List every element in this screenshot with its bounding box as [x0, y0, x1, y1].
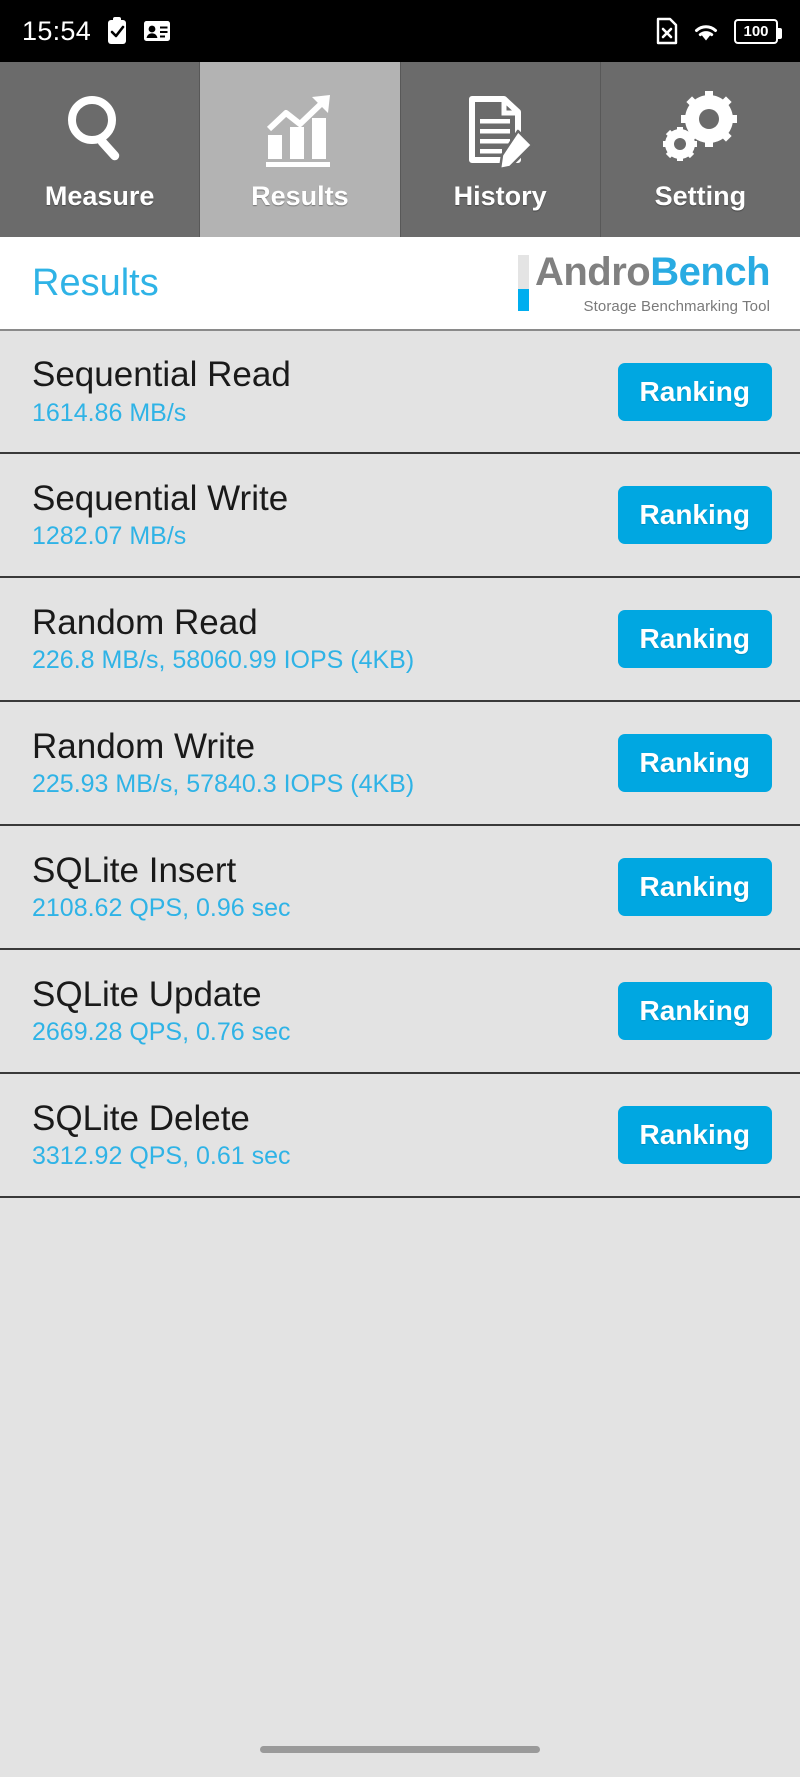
- ranking-button[interactable]: Ranking: [617, 486, 772, 544]
- result-row-texts: Sequential Write 1282.07 MB/s: [32, 478, 289, 551]
- status-bar: 15:54 100: [0, 0, 800, 62]
- result-name: SQLite Update: [32, 974, 262, 1014]
- tab-results-label: Results: [251, 181, 349, 211]
- home-gesture-pill[interactable]: [260, 1745, 540, 1753]
- logo-andro-text: Andro: [534, 249, 651, 294]
- result-value: 2669.28 QPS, 0.76 sec: [32, 1018, 291, 1047]
- system-navigation-bar: [0, 1721, 800, 1777]
- results-list: Sequential Read 1614.86 MB/s Ranking Seq…: [0, 330, 800, 1198]
- result-row-sqlite-insert[interactable]: SQLite Insert 2108.62 QPS, 0.96 sec Rank…: [0, 826, 800, 950]
- empty-list-area: [0, 1198, 800, 1721]
- sim-card-off-icon: [656, 17, 678, 45]
- result-row-texts: SQLite Insert 2108.62 QPS, 0.96 sec: [32, 850, 291, 923]
- result-row-texts: SQLite Delete 3312.92 QPS, 0.61 sec: [32, 1098, 291, 1171]
- ranking-button[interactable]: Ranking: [617, 734, 772, 792]
- result-name: Random Write: [32, 726, 256, 766]
- ranking-button[interactable]: Ranking: [617, 858, 772, 916]
- result-row-texts: Sequential Read 1614.86 MB/s: [32, 355, 291, 427]
- magnifier-icon: [61, 87, 139, 169]
- tab-history[interactable]: History: [400, 62, 601, 237]
- result-value: 3312.92 QPS, 0.61 sec: [32, 1142, 291, 1171]
- document-pencil-icon: [462, 87, 538, 169]
- result-row-sequential-write[interactable]: Sequential Write 1282.07 MB/s Ranking: [0, 454, 800, 578]
- bar-chart-trend-icon: [260, 87, 340, 169]
- tab-measure-label: Measure: [44, 181, 155, 211]
- battery-level-label: 100: [743, 22, 769, 40]
- tab-bar: Measure Results History Setting: [0, 62, 800, 237]
- result-name: Sequential Read: [32, 355, 291, 394]
- status-bar-left: 15:54: [22, 16, 171, 47]
- logo-text: AndroBench Storage Benchmarking Tool: [534, 249, 771, 315]
- app-screen: 15:54 100 Measure Results History Settin…: [0, 0, 800, 1777]
- result-value: 225.93 MB/s, 57840.3 IOPS (4KB): [32, 770, 415, 799]
- gears-icon: [659, 87, 741, 169]
- tab-history-label: History: [453, 181, 547, 211]
- result-row-sqlite-update[interactable]: SQLite Update 2669.28 QPS, 0.76 sec Rank…: [0, 950, 800, 1074]
- ranking-button[interactable]: Ranking: [617, 362, 772, 421]
- result-row-random-read[interactable]: Random Read 226.8 MB/s, 58060.99 IOPS (4…: [0, 578, 800, 702]
- result-row-texts: Random Write 225.93 MB/s, 57840.3 IOPS (…: [32, 726, 415, 799]
- clipboard-check-icon: [105, 17, 129, 45]
- ranking-button[interactable]: Ranking: [617, 1106, 772, 1164]
- contact-card-icon: [143, 20, 171, 42]
- androbench-logo: AndroBench Storage Benchmarking Tool: [517, 249, 771, 315]
- logo-wordmark: AndroBench: [534, 249, 771, 294]
- battery-indicator: 100: [734, 18, 782, 44]
- result-row-sequential-read[interactable]: Sequential Read 1614.86 MB/s Ranking: [0, 330, 800, 454]
- ranking-button[interactable]: Ranking: [617, 610, 772, 668]
- tab-measure[interactable]: Measure: [0, 62, 201, 237]
- logo-bars-icon: [517, 252, 529, 311]
- tab-setting-label: Setting: [654, 181, 747, 211]
- result-row-texts: Random Read 226.8 MB/s, 58060.99 IOPS (4…: [32, 602, 415, 675]
- ranking-button[interactable]: Ranking: [617, 982, 772, 1040]
- result-name: Sequential Write: [32, 478, 289, 518]
- result-name: SQLite Delete: [32, 1098, 250, 1138]
- result-value: 1614.86 MB/s: [32, 398, 187, 427]
- page-title: Results: [32, 261, 159, 304]
- result-name: Random Read: [32, 602, 258, 642]
- result-row-random-write[interactable]: Random Write 225.93 MB/s, 57840.3 IOPS (…: [0, 702, 800, 826]
- page-header: Results AndroBench Storage Benchmarking …: [0, 237, 800, 330]
- result-value: 2108.62 QPS, 0.96 sec: [32, 894, 291, 923]
- wifi-icon: [691, 19, 721, 43]
- status-bar-right: 100: [656, 17, 782, 45]
- logo-tagline: Storage Benchmarking Tool: [583, 297, 770, 315]
- tab-setting[interactable]: Setting: [600, 62, 800, 237]
- result-row-sqlite-delete[interactable]: SQLite Delete 3312.92 QPS, 0.61 sec Rank…: [0, 1074, 800, 1198]
- logo-bench-text: Bench: [650, 249, 770, 294]
- result-row-texts: SQLite Update 2669.28 QPS, 0.76 sec: [32, 974, 291, 1047]
- result-value: 226.8 MB/s, 58060.99 IOPS (4KB): [32, 646, 415, 675]
- result-value: 1282.07 MB/s: [32, 522, 187, 551]
- result-name: SQLite Insert: [32, 850, 237, 890]
- tab-results[interactable]: Results: [200, 62, 401, 237]
- status-bar-clock: 15:54: [22, 15, 92, 46]
